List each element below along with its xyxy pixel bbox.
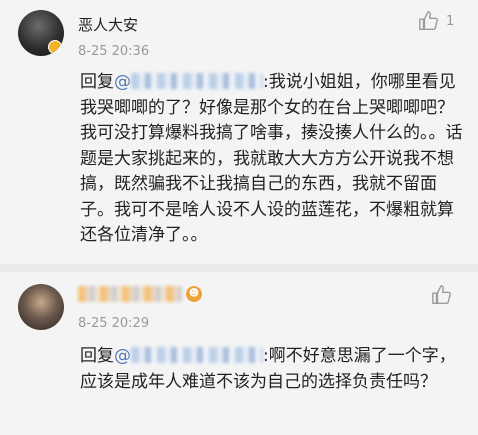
emoji-badge-icon: ☻ <box>186 285 202 302</box>
mention-link[interactable]: @ <box>114 346 263 366</box>
username[interactable]: ☻ <box>78 284 202 302</box>
thumbs-up-icon <box>419 11 438 30</box>
divider <box>0 264 478 272</box>
blurred-username <box>78 285 182 302</box>
like-button[interactable]: 1 <box>418 10 454 32</box>
reply-prefix: 回复 <box>80 72 114 92</box>
blurred-username <box>131 347 263 363</box>
reply-body: :我说小姐姐，你哪里看见我哭唧唧的了？好像是那个女的在台上哭唧唧吧？我可没打算爆… <box>80 72 463 245</box>
comment-item[interactable]: ☻ 8-25 20:29 回复@:啊不好意思漏了一个字，应该是成年人难道不该为自… <box>0 272 478 435</box>
timestamp: 8-25 20:36 <box>78 44 150 59</box>
avatar[interactable] <box>18 10 64 56</box>
comment-text: 回复@:啊不好意思漏了一个字，应该是成年人难道不该为自己的选择负责任吗？ <box>80 344 464 395</box>
blurred-username <box>131 73 263 89</box>
username[interactable]: 恶人大安 <box>78 14 138 35</box>
verified-badge-icon <box>48 40 62 54</box>
mention-link[interactable]: @ <box>114 72 263 92</box>
like-count: 1 <box>446 13 455 29</box>
thumbs-up-icon <box>432 285 451 304</box>
comment-text: 回复@:我说小姐姐，你哪里看见我哭唧唧的了？好像是那个女的在台上哭唧唧吧？我可没… <box>80 70 464 249</box>
avatar[interactable] <box>18 284 64 330</box>
like-button[interactable] <box>431 284 453 306</box>
reply-prefix: 回复 <box>80 346 114 366</box>
timestamp: 8-25 20:29 <box>78 316 150 331</box>
comment-item[interactable]: 恶人大安 8-25 20:36 1 回复@:我说小姐姐，你哪里看见我哭唧唧的了？… <box>0 0 478 264</box>
